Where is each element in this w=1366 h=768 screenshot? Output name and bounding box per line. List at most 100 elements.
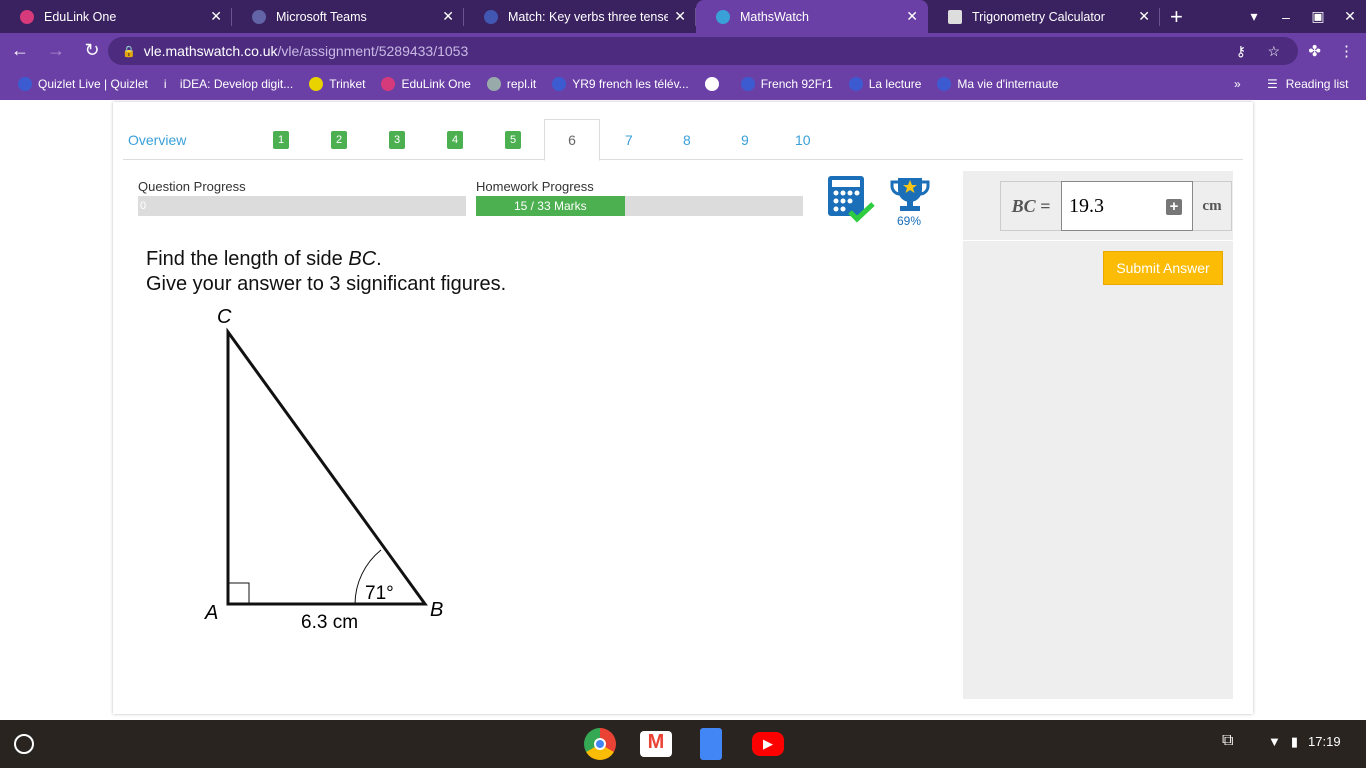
question-tab-8[interactable]: 8	[683, 119, 691, 160]
trophy-percent: 69%	[896, 214, 922, 228]
bookmark[interactable]: La lecture	[848, 77, 921, 91]
question-tab-2[interactable]: 2	[331, 119, 348, 160]
calculator-icon	[948, 9, 962, 24]
youtube-icon[interactable]: ▶	[752, 732, 784, 756]
bookmarks-bar: Quizlet Live | Quizlet i iDEA: Develop di…	[0, 68, 1366, 100]
screen-capture-icon[interactable]: ⧉	[1222, 732, 1233, 750]
gmail-icon[interactable]: M	[640, 731, 672, 757]
forward-icon[interactable]: →	[40, 40, 72, 61]
question-card: Overview 1 2 3 4 5 6 7 8 9 10 Question P…	[113, 102, 1253, 714]
key-icon[interactable]: ⚷	[1236, 43, 1246, 60]
right-angle-mark	[228, 582, 250, 604]
docs-icon[interactable]	[700, 728, 722, 760]
launcher-icon[interactable]	[14, 734, 34, 754]
bookmark[interactable]: Trinket	[309, 77, 365, 91]
answer-unit: cm	[1202, 197, 1222, 214]
vertex-a: A	[204, 602, 218, 624]
bookmark[interactable]: EduLink One	[381, 77, 471, 91]
bookmark-icon	[740, 77, 755, 91]
tab-overview[interactable]: Overview	[128, 119, 186, 160]
triangle-diagram: C A B 71° 6.3 cm	[204, 306, 443, 633]
bookmark[interactable]: YR9 french les télév...	[552, 77, 689, 91]
question-tab-9[interactable]: 9	[741, 119, 749, 160]
address-bar[interactable]: 🔒 vle.mathswatch.co.uk/vle/assignment/528…	[108, 37, 1298, 65]
quizlet-icon	[484, 9, 498, 24]
battery-icon: ▮	[1290, 734, 1299, 749]
bookmark[interactable]: repl.it	[486, 77, 536, 91]
tab-edulink[interactable]: EduLink One ✕	[0, 0, 232, 33]
tab-strip: EduLink One ✕ Microsoft Teams ✕ Match: Key…	[0, 0, 1366, 33]
answer-row: BC = + cm	[1000, 181, 1232, 231]
close-icon[interactable]: ✕	[210, 8, 222, 25]
question-tab-4[interactable]: 4	[447, 119, 464, 160]
angle-label: 71°	[365, 583, 394, 604]
vertex-c: C	[217, 306, 232, 328]
base-length-label: 6.3 cm	[301, 612, 358, 633]
edulink-icon	[20, 9, 34, 24]
toolbar: ← → ↻ 🔒 vle.mathswatch.co.uk/vle/assignme…	[0, 33, 1366, 68]
tab-trig-calc[interactable]: Trigonometry Calculator ✕	[928, 0, 1160, 33]
reload-icon[interactable]: ↻	[76, 40, 108, 61]
homework-progress-bar: 15 / 33 Marks	[476, 196, 803, 216]
close-icon[interactable]: ✕	[674, 8, 686, 25]
more-bookmarks-icon[interactable]: »	[1234, 77, 1241, 91]
tab-quizlet[interactable]: Match: Key verbs three tenses ✕	[464, 0, 696, 33]
taskbar: M ▶ ⧉ ▼ ▮ 17:19	[0, 720, 1366, 768]
close-icon[interactable]: ✕	[442, 8, 454, 25]
status-tray[interactable]: ▼ ▮ 17:19	[1268, 734, 1341, 750]
close-window-icon[interactable]: ✕	[1334, 8, 1366, 25]
question-tab-10[interactable]: 10	[795, 119, 811, 160]
extensions-icon[interactable]: ✤	[1308, 42, 1321, 60]
bookmark[interactable]: French 92Fr1	[740, 77, 833, 91]
tab-mathswatch[interactable]: MathsWatch ✕	[696, 0, 928, 33]
bookmark[interactable]: Quizlet Live | Quizlet	[18, 77, 148, 91]
question-tab-6[interactable]: 6	[544, 119, 600, 161]
clock: 17:19	[1308, 734, 1341, 749]
bookmark-icon	[937, 77, 952, 91]
vertex-b: B	[430, 599, 443, 621]
question-progress-bar: 0	[138, 196, 466, 216]
lock-icon: 🔒	[122, 45, 136, 58]
bookmark[interactable]: i iDEA: Develop digit...	[164, 77, 293, 91]
info-icon: i	[163, 77, 167, 91]
close-icon[interactable]: ✕	[906, 8, 918, 25]
replit-icon	[486, 77, 501, 91]
submit-answer-button[interactable]: Submit Answer	[1103, 251, 1223, 285]
restore-icon[interactable]: ▣	[1302, 8, 1334, 25]
reading-list[interactable]: ☰ Reading list	[1267, 77, 1348, 91]
triangle	[226, 327, 428, 606]
chrome-icon[interactable]	[584, 728, 616, 760]
bookmark[interactable]: Ma vie d'internaute	[937, 77, 1058, 91]
bookmark-icon	[848, 77, 863, 91]
question-tab-7[interactable]: 7	[625, 119, 633, 160]
trinket-icon	[309, 77, 324, 91]
homework-progress-fill: 15 / 33 Marks	[476, 196, 625, 216]
question-tabs: Overview 1 2 3 4 5 6 7 8 9 10	[123, 119, 1243, 161]
reading-list-icon: ☰	[1267, 77, 1278, 91]
back-icon[interactable]: ←	[4, 40, 36, 61]
star-icon[interactable]: ☆	[1267, 43, 1280, 60]
question-tab-5[interactable]: 5	[505, 119, 522, 160]
menu-icon[interactable]: ⋮	[1339, 42, 1354, 60]
answer-panel: BC = + cm Submit Answer	[963, 171, 1233, 699]
globe-icon	[704, 77, 719, 91]
insert-symbol-icon[interactable]: +	[1166, 199, 1182, 215]
minimize-icon[interactable]: –	[1270, 9, 1302, 25]
question-tab-1[interactable]: 1	[273, 119, 290, 160]
new-tab-button[interactable]: +	[1170, 0, 1183, 33]
tab-teams[interactable]: Microsoft Teams ✕	[232, 0, 464, 33]
bookmark[interactable]	[704, 77, 725, 91]
tab-search-icon[interactable]: ▾	[1238, 8, 1270, 25]
mathswatch-icon	[716, 9, 730, 24]
bookmark-icon	[18, 77, 32, 91]
answer-label: BC =	[1011, 195, 1051, 216]
wifi-icon: ▼	[1268, 734, 1281, 749]
homework-progress-label: Homework Progress	[476, 179, 594, 194]
question-progress-label: Question Progress	[138, 179, 246, 194]
edulink-icon	[381, 77, 396, 91]
close-icon[interactable]: ✕	[1138, 8, 1150, 25]
question-tab-3[interactable]: 3	[389, 119, 406, 160]
teams-icon	[252, 9, 266, 24]
calculator-allowed-icon	[828, 176, 875, 223]
question-text: Find the length of side BC. Give your an…	[146, 248, 507, 295]
